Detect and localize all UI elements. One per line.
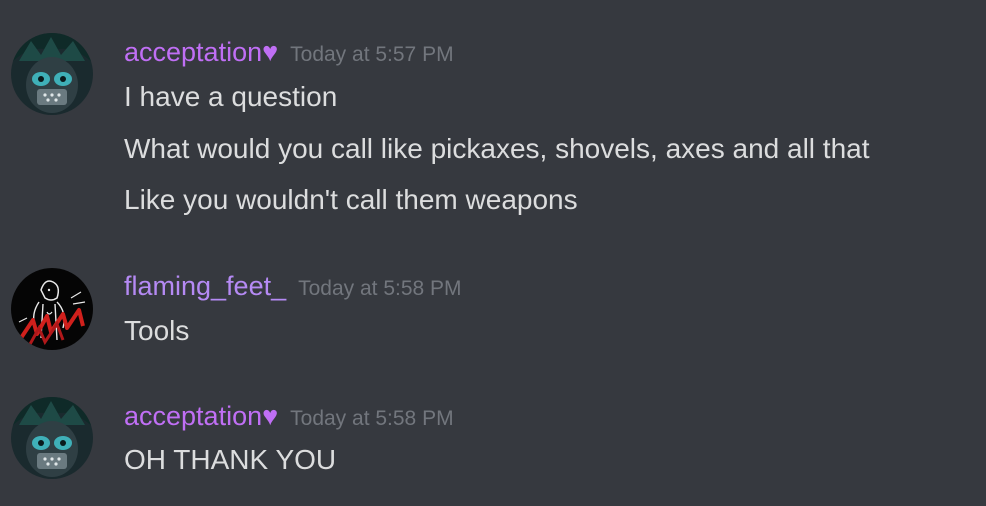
sketch-figure-avatar-icon[interactable] xyxy=(11,268,93,350)
message-header: acceptation♥ Today at 5:58 PM xyxy=(124,403,454,430)
anime-character-avatar-icon[interactable] xyxy=(11,33,93,115)
username[interactable]: acceptation♥ xyxy=(124,401,278,431)
anime-character-avatar-icon[interactable] xyxy=(11,397,93,479)
message-text: I have a question xyxy=(124,81,338,112)
message-header: acceptation♥ Today at 5:57 PM xyxy=(124,39,454,66)
timestamp[interactable]: Today at 5:58 PM xyxy=(290,407,453,430)
chat-messages: acceptation♥ Today at 5:57 PM I have a qu… xyxy=(0,0,986,506)
message-text: OH THANK YOU xyxy=(124,444,337,475)
message-text: Tools xyxy=(124,315,190,346)
username[interactable]: flaming_feet_ xyxy=(124,271,286,301)
timestamp[interactable]: Today at 5:57 PM xyxy=(290,43,453,66)
timestamp[interactable]: Today at 5:58 PM xyxy=(298,277,461,300)
message-text: Like you wouldn't call them weapons xyxy=(124,184,578,215)
username[interactable]: acceptation♥ xyxy=(124,37,278,67)
message-text: What would you call like pickaxes, shove… xyxy=(124,133,870,164)
message-header: flaming_feet_ Today at 5:58 PM xyxy=(124,273,462,300)
